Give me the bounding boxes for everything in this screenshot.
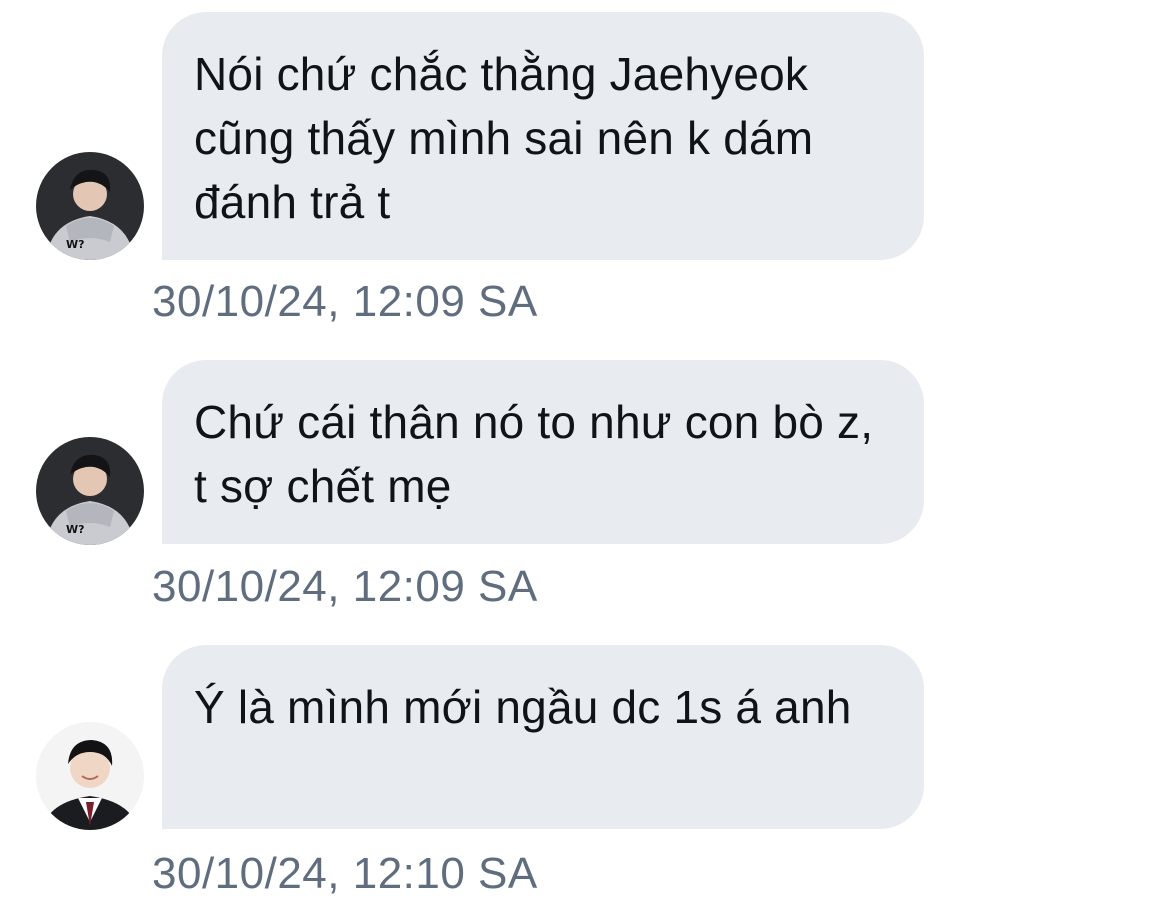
message-text: Nói chứ chắc thằng Jaehyeok cũng thấy mì… bbox=[194, 48, 814, 228]
svg-text:W?: W? bbox=[66, 238, 85, 251]
message-bubble[interactable]: Chứ cái thân nó to như con bò z, t sợ ch… bbox=[162, 360, 924, 544]
message-text: Ý là mình mới ngầu dc 1s á anh bbox=[194, 681, 852, 733]
avatar[interactable]: W? bbox=[36, 437, 144, 545]
message-timestamp: 30/10/24, 12:09 SA bbox=[152, 562, 538, 611]
avatar[interactable] bbox=[36, 722, 144, 830]
svg-text:W?: W? bbox=[66, 523, 85, 536]
avatar[interactable]: W? bbox=[36, 152, 144, 260]
gray-hoodie-avatar-icon: W? bbox=[36, 152, 144, 260]
school-uniform-avatar-icon bbox=[36, 722, 144, 830]
message-text: Chứ cái thân nó to như con bò z, t sợ ch… bbox=[194, 396, 874, 512]
gray-hoodie-avatar-icon: W? bbox=[36, 437, 144, 545]
message-bubble[interactable]: Ý là mình mới ngầu dc 1s á anh bbox=[162, 645, 924, 829]
message-timestamp: 30/10/24, 12:10 SA bbox=[152, 849, 538, 898]
message-timestamp: 30/10/24, 12:09 SA bbox=[152, 277, 538, 326]
message-bubble[interactable]: Nói chứ chắc thằng Jaehyeok cũng thấy mì… bbox=[162, 12, 924, 260]
